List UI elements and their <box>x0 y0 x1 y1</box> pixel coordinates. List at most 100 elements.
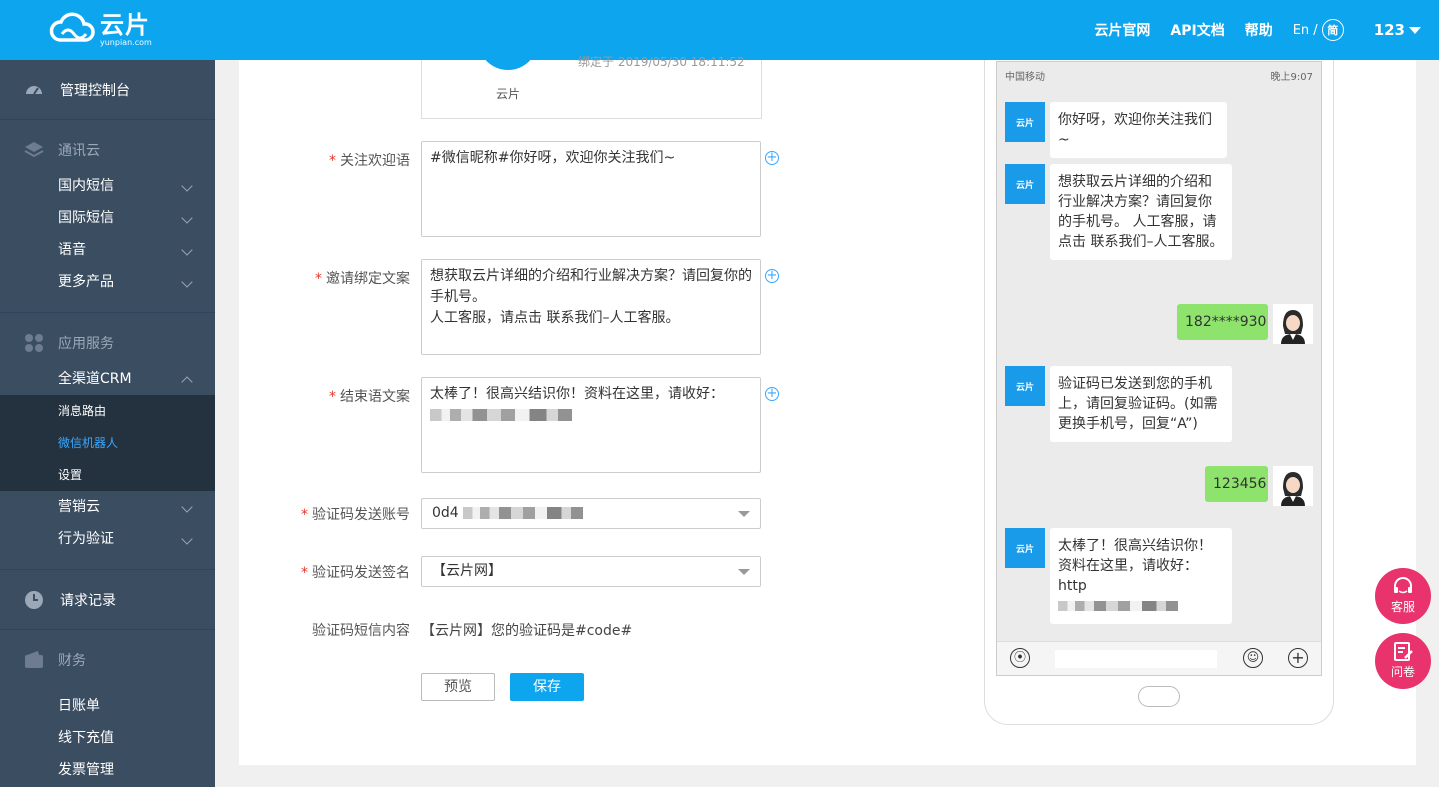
welcome-textarea[interactable]: #微信昵称#你好呀，欢迎你关注我们~ <box>421 141 761 237</box>
lang-cn[interactable]: 简 <box>1321 19 1344 41</box>
account-avatar <box>478 10 538 70</box>
sidebar-item-label: 更多产品 <box>58 274 114 290</box>
wallet-icon <box>24 650 44 670</box>
required-mark: * <box>329 153 336 169</box>
sidebar-divider <box>0 312 215 313</box>
sidebar-item-more-products[interactable]: 更多产品 <box>0 266 215 298</box>
user-avatar <box>1273 466 1313 506</box>
sign-select[interactable]: 【云片网】 <box>421 556 761 587</box>
chevron-down-icon <box>181 501 193 513</box>
bot-avatar: 云片 <box>1005 366 1045 406</box>
apps-icon <box>24 333 44 353</box>
sidebar-item-label: 国际短信 <box>58 210 114 226</box>
redacted-account <box>463 507 584 519</box>
sidebar-item-wechat-bot[interactable]: 微信机器人 <box>0 427 215 459</box>
chevron-up-icon <box>181 376 193 388</box>
sms-label: 验证码短信内容 <box>312 623 410 639</box>
redacted-link <box>430 409 572 421</box>
sidebar-item-offline-recharge[interactable]: 线下充值 <box>0 722 215 754</box>
add-variable-icon[interactable]: + <box>765 269 779 283</box>
add-variable-icon[interactable]: + <box>765 151 779 165</box>
chevron-down-icon <box>181 212 193 224</box>
end-text: 太棒了！很高兴结识你！资料在这里，请收好： <box>430 386 724 402</box>
plus-icon[interactable]: + <box>1288 648 1308 668</box>
end-textarea[interactable]: 太棒了！很高兴结识你！资料在这里，请收好： <box>421 377 761 473</box>
invite-label-text: 邀请绑定文案 <box>326 271 410 287</box>
account-value: 0d4 <box>432 505 459 521</box>
save-button[interactable]: 保存 <box>510 673 584 701</box>
welcome-label-text: 关注欢迎语 <box>340 153 410 169</box>
lang-en[interactable]: En / <box>1293 23 1318 38</box>
sidebar-item-behavior[interactable]: 行为验证 <box>0 523 215 555</box>
sidebar-console[interactable]: 管理控制台 <box>0 60 215 120</box>
logo-text: 云片 <box>100 10 150 39</box>
emoji-icon[interactable]: ☺ <box>1243 648 1263 668</box>
required-mark: * <box>315 271 322 287</box>
phone-home-button <box>1138 686 1180 707</box>
sidebar-item-message-routing[interactable]: 消息路由 <box>0 395 215 427</box>
account-label: * 验证码发送账号 <box>220 504 410 524</box>
user-menu[interactable]: 123 <box>1374 21 1421 39</box>
preview-button[interactable]: 预览 <box>421 673 495 701</box>
sidebar-item-label: 设置 <box>58 468 83 482</box>
end-label: * 结束语文案 <box>220 386 410 406</box>
sidebar-item-label: 微信机器人 <box>58 436 119 450</box>
customer-service-button[interactable]: 客服 <box>1375 568 1431 624</box>
sidebar-item-label: 营销云 <box>58 499 100 515</box>
sidebar-item-settings[interactable]: 设置 <box>0 459 215 491</box>
bot-message: 太棒了！很高兴结识你！资料在这里，请收好：http <box>1050 528 1232 624</box>
sidebar-item-marketing[interactable]: 营销云 <box>0 491 215 523</box>
sidebar-item-intl-sms[interactable]: 国际短信 <box>0 202 215 234</box>
sidebar-requests[interactable]: 请求记录 <box>0 570 215 630</box>
sidebar-requests-label: 请求记录 <box>60 592 116 609</box>
sidebar-item-invoice[interactable]: 发票管理 <box>0 754 215 786</box>
chevron-down-icon <box>181 180 193 192</box>
sign-label-text: 验证码发送签名 <box>312 565 410 581</box>
sidebar-group-app-label: 应用服务 <box>58 336 114 352</box>
account-select[interactable]: 0d4 <box>421 498 761 529</box>
sidebar-item-label: 发票管理 <box>58 762 114 778</box>
dashboard-icon <box>24 80 44 100</box>
clock-icon <box>24 590 44 610</box>
logo[interactable]: 云片 yunpian.com <box>48 10 152 48</box>
invite-label: * 邀请绑定文案 <box>220 268 410 288</box>
sidebar-item-label: 全渠道CRM <box>58 371 132 387</box>
sidebar-submenu-crm: 消息路由 微信机器人 设置 <box>0 395 215 491</box>
user-message: 123456 <box>1205 466 1268 502</box>
nav-official-site[interactable]: 云片官网 <box>1094 20 1150 40</box>
bind-time: 绑定于 2019/05/30 18:11:52 <box>578 55 745 69</box>
survey-button[interactable]: 问卷 <box>1375 633 1431 689</box>
invite-textarea[interactable]: 想获取云片详细的介绍和行业解决方案？请回复你的手机号。 人工客服，请点击 联系我… <box>421 259 761 355</box>
headset-icon <box>1394 577 1412 594</box>
voice-icon[interactable]: ⦿ <box>1010 648 1030 668</box>
add-variable-icon[interactable]: + <box>765 387 779 401</box>
top-bar: 云片 yunpian.com 云片官网 API文档 帮助 En / 简 123 <box>0 0 1439 60</box>
carrier: 中国移动 <box>1005 72 1045 83</box>
sidebar-item-voice[interactable]: 语音 <box>0 234 215 266</box>
bot-avatar-label: 云片 <box>1015 544 1034 555</box>
sidebar-item-daily-bill[interactable]: 日账单 <box>0 690 215 722</box>
bot-avatar-label: 云片 <box>1015 382 1034 393</box>
bot-avatar: 云片 <box>1005 102 1045 142</box>
phone-time: 晚上9:07 <box>1270 72 1313 83</box>
language-switch[interactable]: En / 简 <box>1293 19 1344 41</box>
nav-help[interactable]: 帮助 <box>1245 20 1273 40</box>
chevron-down-icon <box>181 533 193 545</box>
invite-text: 想获取云片详细的介绍和行业解决方案？请回复你的手机号。 人工客服，请点击 联系我… <box>430 268 752 326</box>
bot-message-text: 太棒了！很高兴结识你！资料在这里，请收好：http <box>1058 538 1212 594</box>
layers-icon <box>24 140 44 160</box>
sidebar-item-label: 日账单 <box>58 698 100 714</box>
end-label-text: 结束语文案 <box>340 389 410 405</box>
sidebar-item-label: 国内短信 <box>58 178 114 194</box>
bot-message: 你好呀，欢迎你关注我们~ <box>1050 102 1227 158</box>
nav-api-docs[interactable]: API文档 <box>1170 20 1224 40</box>
sign-value: 【云片网】 <box>432 563 502 579</box>
sidebar-group-app: 应用服务 <box>0 323 215 363</box>
sidebar-item-crm[interactable]: 全渠道CRM <box>0 363 215 395</box>
chat-input[interactable] <box>1055 650 1217 668</box>
sidebar-item-domestic-sms[interactable]: 国内短信 <box>0 170 215 202</box>
chevron-down-icon <box>181 244 193 256</box>
sidebar-group-comm-label: 通讯云 <box>58 143 100 159</box>
user-message: 182****930 <box>1177 304 1268 340</box>
welcome-text: #微信昵称#你好呀，欢迎你关注我们~ <box>430 150 676 166</box>
